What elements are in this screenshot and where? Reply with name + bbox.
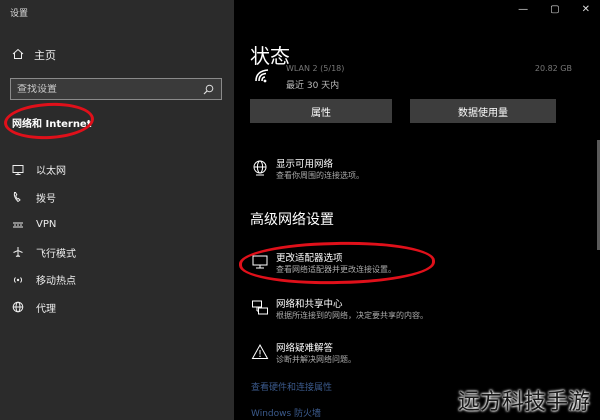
monitor-icon [12, 164, 24, 176]
wifi-data-amount: 20.82 GB [534, 64, 572, 73]
troubleshoot-title: 网络疑难解答 [276, 343, 334, 354]
network-share-icon [250, 298, 270, 318]
sidebar-nav: 以太网 拨号 VPN 飞行模式 移动热点 代理 [0, 156, 234, 321]
wifi-icon [254, 68, 274, 88]
search-input[interactable] [17, 83, 201, 95]
show-networks-title: 显示可用网络 [276, 159, 334, 170]
troubleshoot-subtitle: 诊断并解决网络问题。 [276, 355, 356, 364]
wifi-name: WLAN 2 (5/18) [286, 64, 345, 73]
advanced-heading: 高级网络设置 [250, 212, 334, 228]
close-button[interactable]: ✕ [582, 4, 590, 15]
sidebar: 设置 主页 网络和 Internet 以太网 拨号 [0, 0, 234, 420]
network-globe-icon [250, 158, 270, 178]
sharing-center-title: 网络和共享中心 [276, 299, 343, 310]
globe-icon [12, 301, 24, 313]
sidebar-item-label: 代理 [36, 303, 56, 315]
home-icon [12, 48, 24, 63]
sidebar-item-proxy[interactable]: 代理 [0, 294, 234, 322]
sidebar-item-label: 飞行模式 [36, 248, 76, 260]
minimize-button[interactable]: — [518, 4, 528, 15]
sidebar-item-label: 以太网 [36, 166, 66, 178]
main-panel: — ▢ ✕ 状态 WLAN 2 (5/18) 20.82 GB 最近 30 天内… [234, 0, 600, 420]
window-title: 设置 [10, 9, 29, 19]
wifi-last-time: 最近 30 天内 [286, 81, 340, 91]
sharing-center-subtitle: 根据所连接到的网络，决定要共享的内容。 [276, 311, 428, 320]
sidebar-item-ethernet[interactable]: 以太网 [0, 156, 234, 184]
show-networks-subtitle: 查看你周围的连接选项。 [276, 171, 364, 180]
sharing-center-link[interactable]: 网络和共享中心 根据所连接到的网络，决定要共享的内容。 [250, 296, 570, 326]
sidebar-item-vpn[interactable]: VPN [0, 211, 234, 239]
properties-button[interactable]: 属性 [250, 99, 392, 123]
search-box[interactable] [10, 78, 222, 100]
sidebar-item-airplane[interactable]: 飞行模式 [0, 239, 234, 267]
phone-icon [12, 191, 24, 203]
airplane-icon [12, 246, 24, 258]
hotspot-icon [12, 274, 24, 286]
sidebar-item-label: 移动热点 [36, 276, 76, 288]
warning-icon [250, 342, 270, 362]
sidebar-item-label: 拨号 [36, 193, 56, 205]
sidebar-item-label: VPN [36, 219, 57, 231]
home-label: 主页 [34, 49, 56, 62]
search-icon[interactable] [201, 82, 215, 96]
windows-firewall-link[interactable]: Windows 防火墙 [251, 406, 321, 419]
sidebar-item-hotspot[interactable]: 移动热点 [0, 266, 234, 294]
annotation-circle [3, 100, 95, 142]
hardware-properties-link[interactable]: 查看硬件和连接属性 [251, 380, 332, 393]
troubleshoot-link[interactable]: 网络疑难解答 诊断并解决网络问题。 [250, 340, 570, 370]
show-networks-link[interactable]: 显示可用网络 查看你周围的连接选项。 [250, 156, 570, 186]
window-controls: — ▢ ✕ [518, 4, 590, 15]
watermark-text: 远方科技手游 [457, 390, 590, 415]
home-link[interactable]: 主页 [12, 46, 56, 64]
vpn-icon [12, 219, 24, 231]
maximize-button[interactable]: ▢ [550, 4, 559, 15]
data-usage-button[interactable]: 数据使用量 [410, 99, 556, 123]
wifi-status: WLAN 2 (5/18) 20.82 GB 最近 30 天内 [254, 62, 584, 92]
sidebar-item-dialup[interactable]: 拨号 [0, 184, 234, 212]
